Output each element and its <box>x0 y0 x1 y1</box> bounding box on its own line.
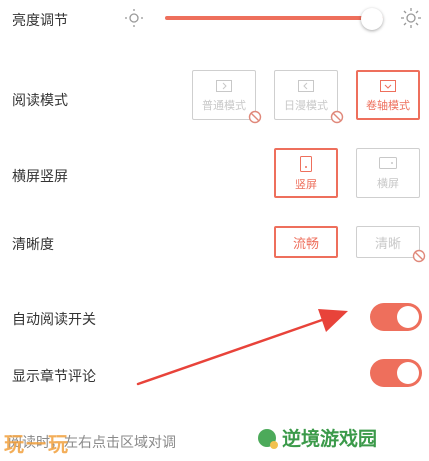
watermark-right: 逆境游戏园 <box>258 424 377 451</box>
watermark-left: 玩一玩 <box>4 432 70 456</box>
annotation-arrow <box>136 309 348 386</box>
watermark-logo-icon <box>258 428 278 449</box>
watermark-right-text: 逆境游戏园 <box>282 428 378 450</box>
